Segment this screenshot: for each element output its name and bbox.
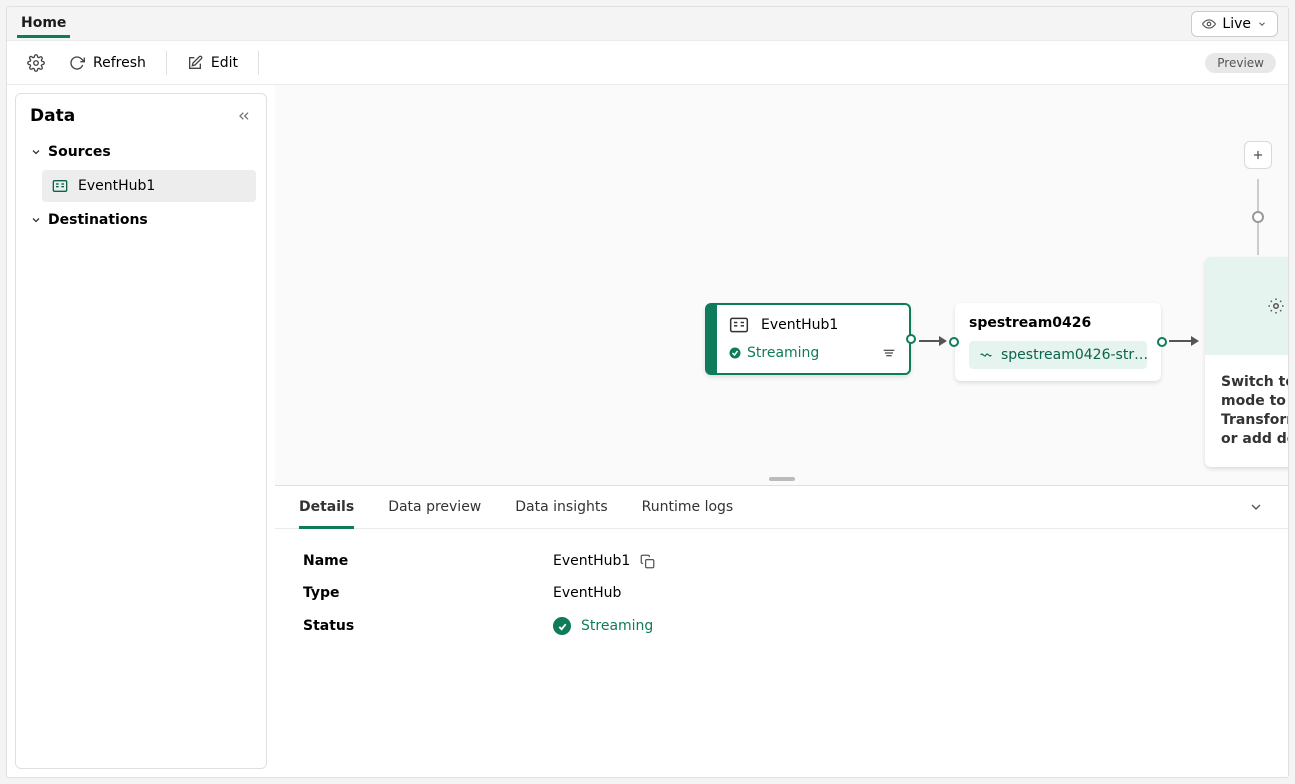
type-value: EventHub [553,585,621,601]
edit-button[interactable]: Edit [175,49,250,77]
node-input-port[interactable] [949,337,959,347]
main-body: Data Sources EventHub1 [7,85,1288,777]
panel-body: Name EventHub1 Type EventHub [275,529,1288,777]
node-status-text: Streaming [747,345,819,361]
transform-icon [1267,297,1285,315]
panel-tab-row: Details Data preview Data insights Runti… [275,486,1288,529]
node-header: EventHub1 [729,315,897,335]
sidebar-header: Data [22,102,260,136]
arrow-icon [939,336,947,346]
chevron-down-icon [1257,19,1267,29]
detail-value-status: Streaming [553,617,653,635]
node-status-row: Streaming [729,345,897,361]
node-output-port[interactable] [1157,337,1167,347]
sidebar-section-sources[interactable]: Sources [22,136,260,168]
panel-tab-runtime-logs[interactable]: Runtime logs [642,486,734,528]
panel-resize-handle[interactable] [275,473,1288,485]
detail-label-type: Type [303,585,553,601]
edit-icon [187,55,203,71]
stream-icon [979,348,993,362]
sidebar-item-label: EventHub1 [78,178,155,194]
node-title: EventHub1 [761,317,838,333]
edge-source-to-stream [919,340,939,342]
copy-icon[interactable] [640,554,655,569]
zoom-slider[interactable] [1257,179,1259,255]
status-value: Streaming [581,618,653,634]
sidebar-section-destinations[interactable]: Destinations [22,204,260,236]
check-circle-icon [729,347,741,359]
toolbar-divider-2 [258,51,259,75]
sidebar-title: Data [30,106,75,126]
toolbar: Refresh Edit Preview [7,41,1288,85]
detail-label-name: Name [303,553,553,569]
sources-label: Sources [48,144,111,160]
check-circle-icon [553,617,571,635]
toolbar-divider [166,51,167,75]
app-root: Home Live Refresh [6,6,1289,778]
placeholder-icon-area: / [1205,257,1289,355]
main-column: EventHub1 Streaming [275,85,1288,777]
zoom-in-button[interactable] [1244,141,1272,169]
canvas[interactable]: EventHub1 Streaming [275,85,1288,473]
arrow-icon [1191,336,1199,346]
node-status: Streaming [729,345,819,361]
stream-chip[interactable]: spestream0426-str… [969,341,1147,369]
chevron-down-icon [30,214,42,226]
eye-icon [1202,17,1216,31]
eventhub-icon [729,315,749,335]
tab-home[interactable]: Home [17,9,70,38]
gear-icon [27,54,45,72]
node-output-port[interactable] [906,334,916,344]
edit-label: Edit [211,55,238,71]
collapse-panel-icon[interactable] [1248,499,1264,515]
panel-tab-details[interactable]: Details [299,486,354,528]
mode-live-label: Live [1222,16,1251,32]
panel-tab-data-insights[interactable]: Data insights [515,486,607,528]
ribbon-tab-row: Home Live [7,7,1288,41]
node-source-eventhub1[interactable]: EventHub1 Streaming [705,303,911,375]
detail-label-status: Status [303,618,553,634]
settings-button[interactable] [19,48,53,78]
detail-row-name: Name EventHub1 [303,553,1260,569]
collapse-sidebar-icon[interactable] [236,108,252,124]
detail-row-type: Type EventHub [303,585,1260,601]
detail-value-name: EventHub1 [553,553,655,569]
data-sidebar: Data Sources EventHub1 [15,93,267,769]
bottom-panel: Details Data preview Data insights Runti… [275,485,1288,777]
node-menu-icon[interactable] [881,345,897,361]
mode-live-dropdown[interactable]: Live [1191,11,1278,37]
placeholder-text: Switch to edit mode to Transform event o… [1205,355,1289,467]
destinations-label: Destinations [48,212,148,228]
chevron-down-icon [30,146,42,158]
detail-row-status: Status Streaming [303,617,1260,635]
toolbar-left: Refresh Edit [19,48,263,78]
drag-handle-icon [769,477,795,481]
name-value: EventHub1 [553,553,630,569]
refresh-label: Refresh [93,55,146,71]
detail-value-type: EventHub [553,585,621,601]
node-title: spestream0426 [969,315,1147,331]
edge-stream-to-dest [1169,340,1191,342]
preview-badge: Preview [1205,53,1276,73]
node-stream[interactable]: spestream0426 spestream0426-str… [955,303,1161,381]
refresh-button[interactable]: Refresh [57,49,158,77]
node-destination-placeholder[interactable]: / Switch to edit mode to Transform event… [1205,257,1289,467]
zoom-slider-thumb[interactable] [1252,211,1264,223]
panel-tab-data-preview[interactable]: Data preview [388,486,481,528]
refresh-icon [69,55,85,71]
sidebar-item-eventhub1[interactable]: EventHub1 [42,170,256,202]
stream-chip-label: spestream0426-str… [1001,347,1147,363]
eventhub-icon [52,178,68,194]
panel-tabs-left: Details Data preview Data insights Runti… [299,486,733,528]
